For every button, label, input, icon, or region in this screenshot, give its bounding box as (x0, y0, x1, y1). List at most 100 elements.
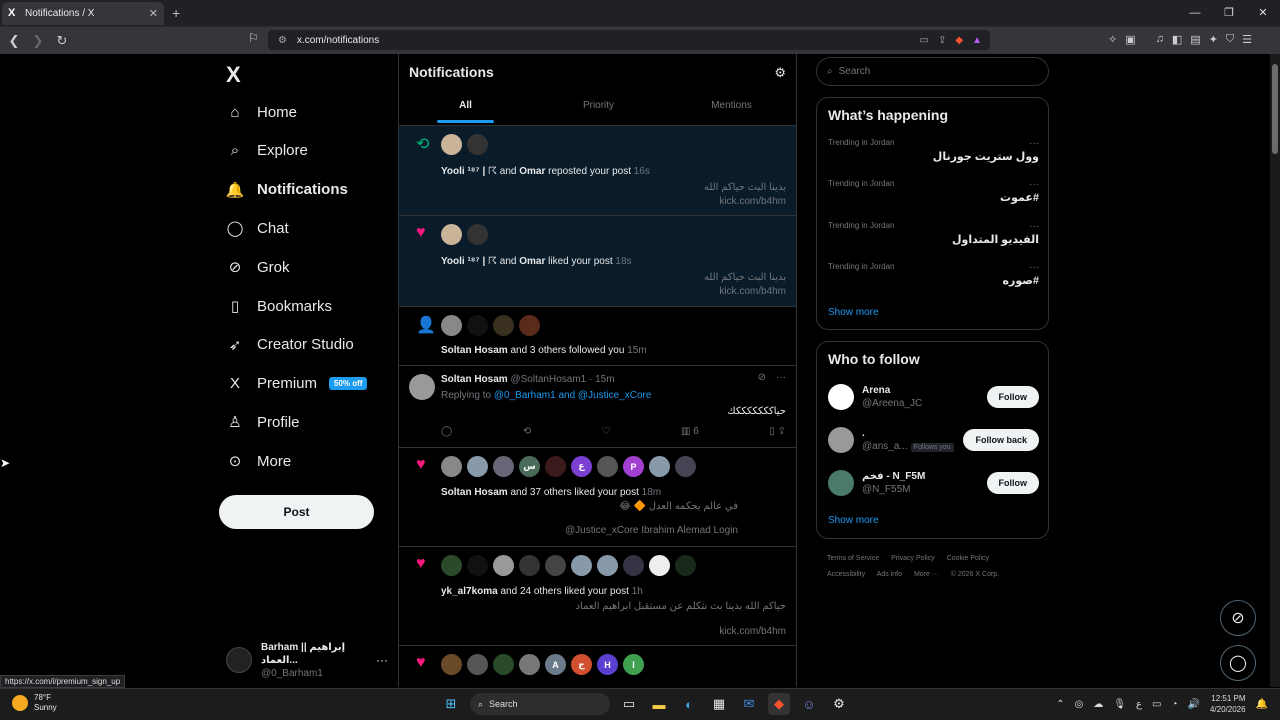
user-name[interactable]: yk_al7koma (441, 586, 498, 597)
bookmark-icon[interactable]: ▯ ⇪ (769, 426, 786, 437)
tab-all[interactable]: All (399, 92, 532, 125)
avatar[interactable] (675, 456, 696, 477)
repost-icon[interactable]: ⟲ (523, 426, 531, 437)
brave-shields-icon[interactable]: ◆ (955, 35, 963, 46)
avatar[interactable] (409, 374, 435, 400)
sidebar-item-notifications[interactable]: 🔔 Notifications (226, 175, 348, 205)
display-icon[interactable]: ▭ (1152, 699, 1161, 710)
avatar[interactable] (467, 134, 488, 155)
language-indicator[interactable]: ع (1136, 699, 1142, 710)
follow-button[interactable]: Follow (986, 386, 1039, 408)
more-options-icon[interactable]: ··· (1029, 262, 1039, 273)
mic-icon[interactable]: 🎙 (1113, 699, 1126, 710)
avatar[interactable] (467, 555, 488, 576)
avatar[interactable] (545, 555, 566, 576)
extensions-icon[interactable]: ✧ (1108, 33, 1117, 46)
author-handle[interactable]: @SoltanHosam1 (510, 374, 586, 385)
premium-discount-badge[interactable]: 50% off (329, 377, 368, 391)
avatar[interactable] (571, 555, 592, 576)
avatar[interactable]: ج (571, 654, 592, 675)
footer-link[interactable]: Accessibility (827, 571, 865, 578)
sidebar-item-bookmarks[interactable]: ▯ Bookmarks (226, 291, 332, 321)
post-link[interactable]: kick.com/b4hm (719, 626, 786, 637)
views-button[interactable]: ▥ 6 (681, 426, 699, 437)
close-window-button[interactable]: ✕ (1246, 0, 1280, 27)
avatar[interactable] (519, 654, 540, 675)
menu-icon[interactable]: ☰ (1242, 33, 1252, 46)
user-name[interactable]: Omar (519, 166, 545, 177)
show-more-link[interactable]: Show more (828, 307, 879, 318)
avatar[interactable] (467, 654, 488, 675)
brave-icon[interactable]: ◆ (768, 693, 790, 715)
clock[interactable]: 12:51 PM 4/20/2026 (1210, 693, 1246, 715)
user-name[interactable]: Yooli ¹⁸⁷ | ☈ (441, 256, 497, 267)
taskbar-search[interactable]: ⌕ Search (470, 693, 610, 715)
trend-item[interactable]: Trending in Jordan ··· وول ستريت جورنال (828, 138, 1039, 176)
more-options-icon[interactable]: ··· (1029, 221, 1039, 232)
user-name[interactable]: Soltan Hosam (441, 345, 508, 356)
brave-rewards-icon[interactable]: ▲ (972, 35, 982, 46)
avatar[interactable] (623, 555, 644, 576)
file-explorer-icon[interactable]: ▬ (648, 693, 670, 715)
avatar[interactable] (467, 224, 488, 245)
reply-post[interactable]: Soltan Hosam @SoltanHosam1 · 15m ⊘ ··· Re… (399, 366, 796, 448)
avatar[interactable] (597, 555, 618, 576)
avatar[interactable] (493, 654, 514, 675)
restore-button[interactable]: ❐ (1212, 0, 1246, 27)
follow-suggestion[interactable]: . @ans_a... Follows you Follow back (828, 424, 1039, 456)
forward-icon[interactable]: ❯ (28, 33, 48, 49)
notification-like[interactable]: ♥ A ج H I (399, 646, 796, 687)
avatar[interactable] (467, 456, 488, 477)
avatar[interactable] (441, 456, 462, 477)
avatar[interactable] (828, 427, 854, 453)
notification-like[interactable]: ♥ Yooli ¹⁸⁷ | ☈ and Omar liked your post… (399, 216, 796, 307)
author-name[interactable]: Soltan Hosam (441, 374, 508, 385)
mention-link[interactable]: @0_Barham1 and @Justice_xCore (494, 390, 652, 401)
edge-icon[interactable]: ◐ (678, 693, 700, 715)
avatar[interactable]: A (545, 654, 566, 675)
new-tab-button[interactable]: + (172, 5, 180, 21)
app-icon[interactable]: ⚙ (828, 693, 850, 715)
tab-priority[interactable]: Priority (532, 92, 665, 125)
notification-like[interactable]: ♥ yk_al7koma and 24 others liked your po… (399, 547, 796, 646)
address-bar[interactable]: ⚙ x.com/notifications ▭ ⇪ ◆ ▲ (268, 30, 990, 50)
avatar[interactable] (597, 456, 618, 477)
footer-link[interactable]: Cookie Policy (947, 555, 989, 562)
avatar[interactable] (493, 555, 514, 576)
sidebar-toggle-icon[interactable]: ◧ (1172, 33, 1182, 46)
grok-explain-icon[interactable]: ⊘ (758, 372, 766, 383)
sidebar-item-explore[interactable]: ⌕ Explore (226, 136, 308, 166)
user-name[interactable]: Omar (519, 256, 545, 267)
footer-link[interactable]: Terms of Service (827, 555, 879, 562)
footer-link[interactable]: Ads info (877, 571, 902, 578)
avatar[interactable] (519, 555, 540, 576)
scrollbar[interactable] (1270, 54, 1280, 687)
trend-item[interactable]: Trending in Jordan ··· #صوره (828, 262, 1039, 300)
sidebar-item-chat[interactable]: ◯ Chat (226, 213, 289, 243)
trend-item[interactable]: Trending in Jordan ··· الفيديو المتداول (828, 221, 1039, 259)
more-options-icon[interactable]: ··· (376, 653, 388, 667)
avatar[interactable]: P (623, 456, 644, 477)
windows-start-icon[interactable]: ⊞ (440, 693, 462, 715)
avatar[interactable] (441, 555, 462, 576)
notification-follow[interactable]: 👤 Soltan Hosam and 3 others followed you… (399, 307, 796, 366)
back-icon[interactable]: ❮ (4, 33, 24, 49)
wifi-icon[interactable]: ◔ (1171, 699, 1177, 710)
avatar[interactable] (828, 384, 854, 410)
avatar[interactable] (828, 470, 854, 496)
site-settings-icon[interactable]: ⚙ (278, 35, 287, 46)
notifications-bell-icon[interactable]: 🔔 (1256, 699, 1268, 710)
store-icon[interactable]: ▦ (708, 693, 730, 715)
chevron-up-icon[interactable]: ⌃ (1056, 699, 1064, 710)
bookmark-page-icon[interactable]: ⚐ (248, 31, 259, 45)
mail-icon[interactable]: ✉ (738, 693, 760, 715)
media-icon[interactable]: ♫ (1156, 33, 1164, 46)
avatar[interactable] (441, 315, 462, 336)
avatar[interactable] (675, 555, 696, 576)
trend-item[interactable]: Trending in Jordan ··· #عموت (828, 179, 1039, 217)
grok-fab-icon[interactable]: ⊘ (1220, 600, 1256, 636)
sidebar-item-creator-studio[interactable]: ➶ Creator Studio (226, 330, 354, 360)
avatar[interactable] (545, 456, 566, 477)
avatar[interactable] (649, 456, 670, 477)
vpn-icon[interactable]: ⛉ (1226, 33, 1234, 46)
